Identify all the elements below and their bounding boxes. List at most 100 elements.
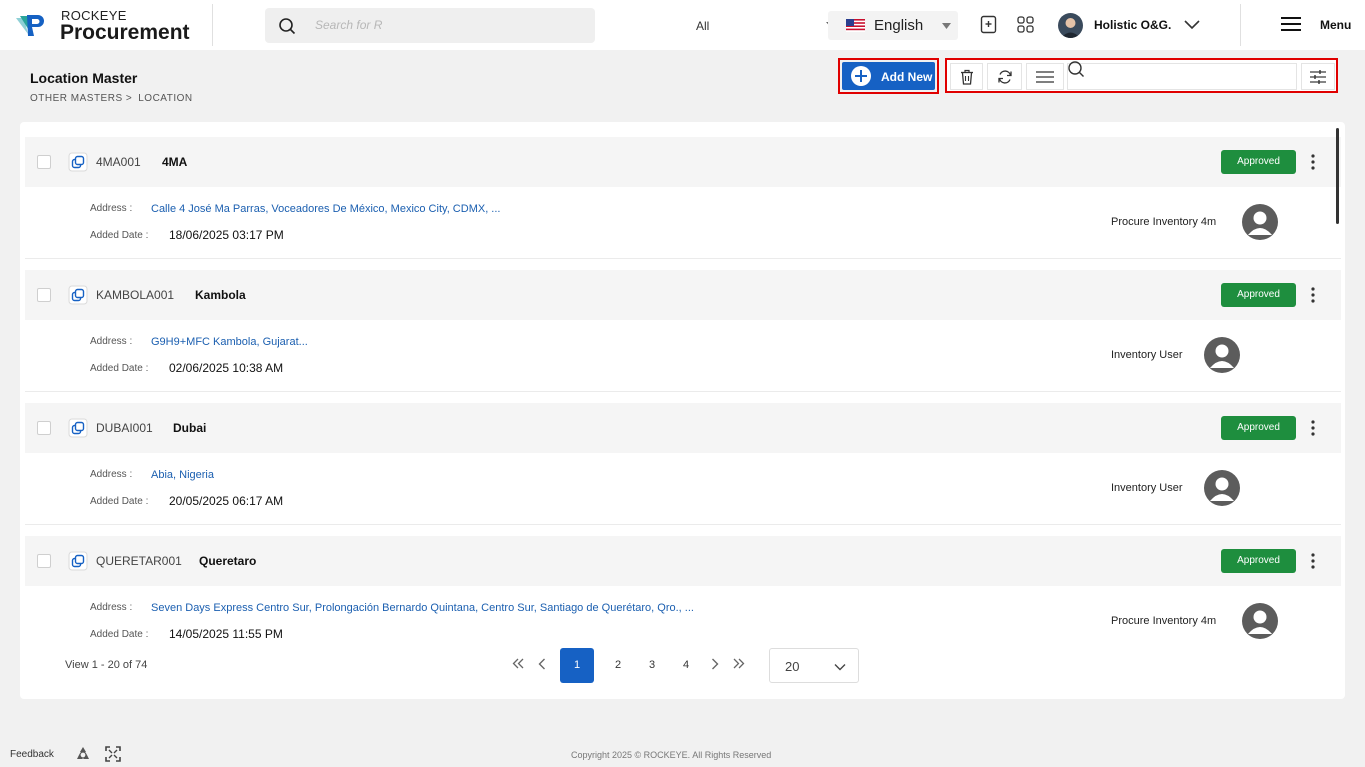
double-chevron-left-icon[interactable] <box>512 658 524 669</box>
page-button-3[interactable]: 3 <box>635 648 669 683</box>
page-button-2[interactable]: 2 <box>601 648 635 683</box>
location-code[interactable]: KAMBOLA001 <box>96 288 174 302</box>
list-item-header: 4MA001 4MA Approved <box>25 137 1341 187</box>
address-label: Address : <box>90 336 133 347</box>
recycle-icon[interactable] <box>75 746 91 762</box>
us-flag-icon <box>846 19 865 32</box>
rockeye-logo-icon[interactable] <box>14 10 48 40</box>
chevron-left-icon[interactable] <box>538 658 546 670</box>
user-avatar-icon <box>1242 204 1278 240</box>
status-badge: Approved <box>1221 416 1296 440</box>
address-value[interactable]: Abia, Nigeria <box>151 469 214 481</box>
location-list[interactable]: 4MA001 4MA Approved Address : Calle 4 Jo… <box>20 122 1345 642</box>
kebab-icon[interactable] <box>1311 420 1315 436</box>
hamburger-icon[interactable] <box>1281 16 1301 32</box>
page-button-4[interactable]: 4 <box>669 648 703 683</box>
list-search-field[interactable] <box>1067 61 1297 90</box>
list-item[interactable]: DUBAI001 Dubai Approved Address : Abia, … <box>25 403 1341 526</box>
row-checkbox[interactable] <box>37 288 51 302</box>
added-by-name: Inventory User <box>1111 482 1183 494</box>
copy-icon[interactable] <box>68 152 88 172</box>
address-value[interactable]: G9H9+MFC Kambola, Gujarat... <box>151 336 308 348</box>
filter-button[interactable] <box>1301 63 1335 90</box>
added-date-label: Added Date : <box>90 230 149 241</box>
row-checkbox[interactable] <box>37 554 51 568</box>
chevron-down-icon <box>942 23 951 29</box>
list-view-button[interactable] <box>1026 63 1064 90</box>
list-item[interactable]: QUERETAR001 Queretaro Approved Address :… <box>25 536 1341 642</box>
search-filter-value: All <box>696 19 710 33</box>
user-avatar-icon <box>1242 603 1278 639</box>
plus-icon <box>851 66 871 86</box>
apps-grid-icon[interactable] <box>1017 16 1034 33</box>
row-checkbox[interactable] <box>37 155 51 169</box>
copyright-text: Copyright 2025 © ROCKEYE. All Rights Res… <box>571 750 772 760</box>
breadcrumb-item-location: LOCATION <box>138 93 193 104</box>
location-code[interactable]: 4MA001 <box>96 155 141 169</box>
page-size-value: 20 <box>785 659 800 674</box>
address-label: Address : <box>90 469 133 480</box>
page-title: Location Master <box>30 70 138 86</box>
brand-name: Procurement <box>60 21 190 44</box>
row-checkbox[interactable] <box>37 421 51 435</box>
copy-icon[interactable] <box>68 418 88 438</box>
user-avatar-icon <box>1204 470 1240 506</box>
address-label: Address : <box>90 203 133 214</box>
list-toolbar <box>945 58 1338 93</box>
address-value[interactable]: Seven Days Express Centro Sur, Prolongac… <box>151 602 694 614</box>
list-item[interactable]: 4MA001 4MA Approved Address : Calle 4 Jo… <box>25 137 1341 260</box>
add-new-label: Add New <box>881 70 933 84</box>
list-item[interactable]: KAMBOLA001 Kambola Approved Address : G9… <box>25 270 1341 393</box>
address-label: Address : <box>90 602 133 613</box>
chevron-down-icon[interactable] <box>1184 20 1200 30</box>
address-value[interactable]: Calle 4 José Ma Parras, Voceadores De Mé… <box>151 203 500 215</box>
add-new-button[interactable]: Add New <box>842 62 935 90</box>
kebab-icon[interactable] <box>1311 553 1315 569</box>
language-label: English <box>874 17 924 34</box>
pagination-summary: View 1 - 20 of 74 <box>65 659 148 671</box>
added-by-name: Procure Inventory 4m <box>1111 216 1217 228</box>
copy-icon[interactable] <box>68 551 88 571</box>
page-size-select[interactable]: 20 <box>769 648 859 683</box>
user-avatar[interactable] <box>1058 13 1083 38</box>
refresh-button[interactable] <box>987 63 1022 90</box>
row-divider <box>25 391 1341 392</box>
row-divider <box>25 258 1341 259</box>
kebab-icon[interactable] <box>1311 287 1315 303</box>
divider <box>212 4 213 46</box>
user-name[interactable]: Holistic O&G. <box>1094 18 1171 32</box>
added-date-value: 02/06/2025 10:38 AM <box>169 361 284 375</box>
status-badge: Approved <box>1221 549 1296 573</box>
added-date-value: 20/05/2025 06:17 AM <box>169 494 284 508</box>
top-bar: ROCKEYE Procurement Search for R All Eng… <box>0 0 1365 50</box>
menu-button[interactable]: Menu <box>1320 18 1351 32</box>
added-date-label: Added Date : <box>90 363 149 374</box>
feedback-link[interactable]: Feedback <box>10 749 54 760</box>
global-search-input[interactable]: Search for R <box>315 18 383 32</box>
location-code[interactable]: DUBAI001 <box>96 421 153 435</box>
chevron-right-icon[interactable] <box>711 658 719 670</box>
double-chevron-right-icon[interactable] <box>733 658 745 669</box>
language-select[interactable]: English <box>828 11 958 40</box>
breadcrumb: OTHER MASTERS > LOCATION <box>30 93 193 104</box>
pagination: View 1 - 20 of 74 1 2 3 4 20 <box>20 642 1345 692</box>
status-badge: Approved <box>1221 283 1296 307</box>
list-item-header: DUBAI001 Dubai Approved <box>25 403 1341 453</box>
global-search[interactable]: Search for R All <box>265 8 855 43</box>
add-new-highlight: Add New <box>838 58 939 94</box>
bookmark-plus-icon[interactable] <box>980 15 997 35</box>
copy-icon[interactable] <box>68 285 88 305</box>
added-date-value: 14/05/2025 11:55 PM <box>169 627 283 641</box>
divider <box>1240 4 1241 46</box>
search-icon[interactable] <box>278 17 296 35</box>
fullscreen-icon[interactable] <box>105 746 121 762</box>
list-scrollbar[interactable] <box>1336 128 1339 224</box>
kebab-icon[interactable] <box>1311 154 1315 170</box>
breadcrumb-item-other-masters[interactable]: OTHER MASTERS > <box>30 93 132 104</box>
delete-button[interactable] <box>950 63 983 90</box>
list-item-header: QUERETAR001 Queretaro Approved <box>25 536 1341 586</box>
row-divider <box>25 524 1341 525</box>
page-button-1[interactable]: 1 <box>560 648 594 683</box>
location-code[interactable]: QUERETAR001 <box>96 554 182 568</box>
added-by-name: Procure Inventory 4m <box>1111 615 1217 627</box>
